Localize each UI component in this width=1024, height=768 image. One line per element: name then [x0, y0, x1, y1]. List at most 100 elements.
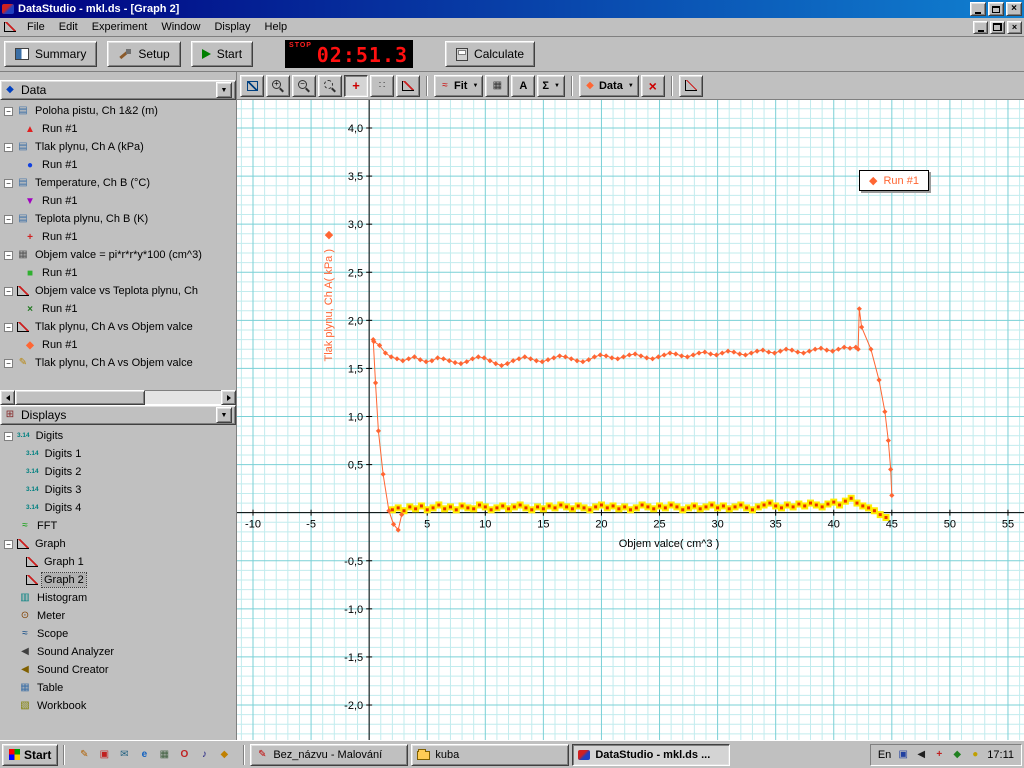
scale-to-fit-button[interactable] — [240, 75, 264, 97]
task-button[interactable]: kuba — [411, 744, 569, 766]
zoom-select-button[interactable] — [318, 75, 342, 97]
dropdown-arrow-icon[interactable]: ▼ — [472, 83, 478, 89]
display-item[interactable]: ◀Sound Analyzer — [0, 643, 236, 661]
tray-volume-icon[interactable]: ◀ — [914, 748, 928, 762]
scrollbar-thumb[interactable] — [15, 390, 145, 405]
tray-monitor-icon[interactable]: ▣ — [896, 748, 910, 762]
minimize-button[interactable] — [970, 2, 986, 16]
data-tree-hscrollbar[interactable] — [0, 390, 236, 405]
run-item[interactable]: ▲Run #1 — [0, 120, 236, 138]
start-menu-button[interactable]: Start — [2, 744, 58, 766]
mdi-restore-button[interactable] — [990, 21, 1005, 34]
collapse-toggle[interactable]: − — [4, 323, 13, 332]
display-item[interactable]: ⊙Meter — [0, 607, 236, 625]
text-tool-button[interactable]: A — [511, 75, 535, 97]
quick-launch-pen-icon[interactable]: ✎ — [75, 746, 93, 764]
data-source-item[interactable]: −▤Temperature, Ch B (°C) — [0, 174, 236, 192]
run-item[interactable]: +Run #1 — [0, 228, 236, 246]
collapse-toggle[interactable]: − — [4, 107, 13, 116]
start-button[interactable]: Start — [191, 41, 253, 67]
display-child-item[interactable]: 3.14Digits 2 — [0, 463, 236, 481]
data-source-item[interactable]: −▤Tlak plynu, Ch A (kPa) — [0, 138, 236, 156]
collapse-toggle[interactable]: − — [4, 540, 13, 549]
zoom-out-button[interactable]: − — [292, 75, 316, 97]
display-item[interactable]: ≈Scope — [0, 625, 236, 643]
maximize-button[interactable] — [988, 2, 1004, 16]
data-source-item[interactable]: −Objem valce vs Teplota plynu, Ch — [0, 282, 236, 300]
run-item[interactable]: ●Run #1 — [0, 156, 236, 174]
data-source-item[interactable]: −✎Tlak plynu, Ch A vs Objem valce — [0, 354, 236, 372]
scroll-left-button[interactable] — [0, 390, 15, 405]
collapse-toggle[interactable]: − — [4, 359, 13, 368]
quick-launch-ie-icon[interactable]: e — [135, 746, 153, 764]
data-source-item[interactable]: −▤Teplota plynu, Ch B (K) — [0, 210, 236, 228]
display-child-item[interactable]: 3.14Digits 4 — [0, 499, 236, 517]
calculate-button[interactable]: Calculate — [445, 41, 535, 67]
setup-button[interactable]: Setup — [107, 41, 180, 67]
summary-button[interactable]: Summary — [4, 41, 97, 67]
collapse-toggle[interactable]: − — [4, 215, 13, 224]
language-indicator[interactable]: En — [878, 749, 891, 761]
titlebar[interactable]: DataStudio - mkl.ds - [Graph 2] × — [0, 0, 1024, 18]
collapse-toggle[interactable]: − — [4, 179, 13, 188]
tray-antivirus-icon[interactable]: + — [932, 748, 946, 762]
mdi-minimize-button[interactable] — [973, 21, 988, 34]
data-panel-menu-button[interactable]: ▼ — [216, 82, 232, 98]
tray-alert-icon[interactable]: ● — [968, 748, 982, 762]
display-item[interactable]: −Graph — [0, 535, 236, 553]
annotation-button[interactable]: ∷ — [370, 75, 394, 97]
quick-launch-diamond-icon[interactable]: ◆ — [215, 746, 233, 764]
run-item[interactable]: ▼Run #1 — [0, 192, 236, 210]
collapse-toggle[interactable]: − — [4, 432, 13, 441]
collapse-toggle[interactable]: − — [4, 287, 13, 296]
quick-launch-opera-icon[interactable]: O — [175, 746, 193, 764]
dropdown-arrow-icon[interactable]: ▼ — [628, 83, 634, 89]
data-source-item[interactable]: −Tlak plynu, Ch A vs Objem valce — [0, 318, 236, 336]
run-item[interactable]: ◆Run #1 — [0, 336, 236, 354]
scroll-right-button[interactable] — [221, 390, 236, 405]
display-item[interactable]: ▧Workbook — [0, 697, 236, 715]
menu-item-display[interactable]: Display — [207, 19, 257, 35]
menu-item-edit[interactable]: Edit — [52, 19, 85, 35]
collapse-toggle[interactable]: − — [4, 143, 13, 152]
display-child-item[interactable]: 3.14Digits 3 — [0, 481, 236, 499]
menu-item-experiment[interactable]: Experiment — [85, 19, 155, 35]
menu-item-help[interactable]: Help — [258, 19, 295, 35]
data-source-item[interactable]: −▤Poloha pistu, Ch 1&2 (m) — [0, 102, 236, 120]
run-item[interactable]: ■Run #1 — [0, 264, 236, 282]
display-item[interactable]: ▦Table — [0, 679, 236, 697]
menu-item-file[interactable]: File — [20, 19, 52, 35]
slope-tool-button[interactable] — [396, 75, 420, 97]
quick-launch-grid-icon[interactable]: ▦ — [155, 746, 173, 764]
tray-sync-icon[interactable]: ◆ — [950, 748, 964, 762]
display-item[interactable]: ◀Sound Creator — [0, 661, 236, 679]
smart-tool-button[interactable]: + — [344, 75, 368, 97]
displays-panel-menu-button[interactable]: ▼ — [216, 407, 232, 423]
data-source-item[interactable]: −▦Objem valce = pi*r*r*y*100 (cm^3) — [0, 246, 236, 264]
task-button[interactable]: DataStudio - mkl.ds ... — [572, 744, 730, 766]
graph-canvas[interactable]: -10-55101520253035404550554,03,53,02,52,… — [237, 100, 1024, 740]
quick-launch-media-icon[interactable]: ♪ — [195, 746, 213, 764]
graph-settings-button[interactable] — [679, 75, 703, 97]
display-child-item[interactable]: 3.14Digits 1 — [0, 445, 236, 463]
displays-panel-header[interactable]: ⊞ Displays ▼ — [0, 405, 236, 425]
statistics-button[interactable]: Σ▼ — [537, 75, 565, 97]
task-button[interactable]: ✎Bez_názvu - Malování — [250, 744, 408, 766]
display-child-item[interactable]: Graph 1 — [0, 553, 236, 571]
quick-launch-mail-icon[interactable]: ✉ — [115, 746, 133, 764]
display-item[interactable]: −3.14Digits — [0, 427, 236, 445]
data-panel-header[interactable]: ◆ Data ▼ — [0, 80, 236, 100]
quick-launch-package-icon[interactable]: ▣ — [95, 746, 113, 764]
menu-item-window[interactable]: Window — [154, 19, 207, 35]
collapse-toggle[interactable]: − — [4, 251, 13, 260]
display-item[interactable]: ≈FFT — [0, 517, 236, 535]
display-item[interactable]: ▥Histogram — [0, 589, 236, 607]
scrollbar-track[interactable] — [15, 390, 221, 405]
dropdown-arrow-icon[interactable]: ▼ — [554, 83, 560, 89]
mdi-close-button[interactable]: × — [1007, 21, 1022, 34]
fit-menu-button[interactable]: ≈Fit▼ — [434, 75, 483, 97]
calculator-tool-button[interactable]: ▦ — [485, 75, 509, 97]
close-button[interactable]: × — [1006, 2, 1022, 16]
remove-button[interactable]: × — [641, 75, 665, 97]
zoom-in-button[interactable]: + — [266, 75, 290, 97]
